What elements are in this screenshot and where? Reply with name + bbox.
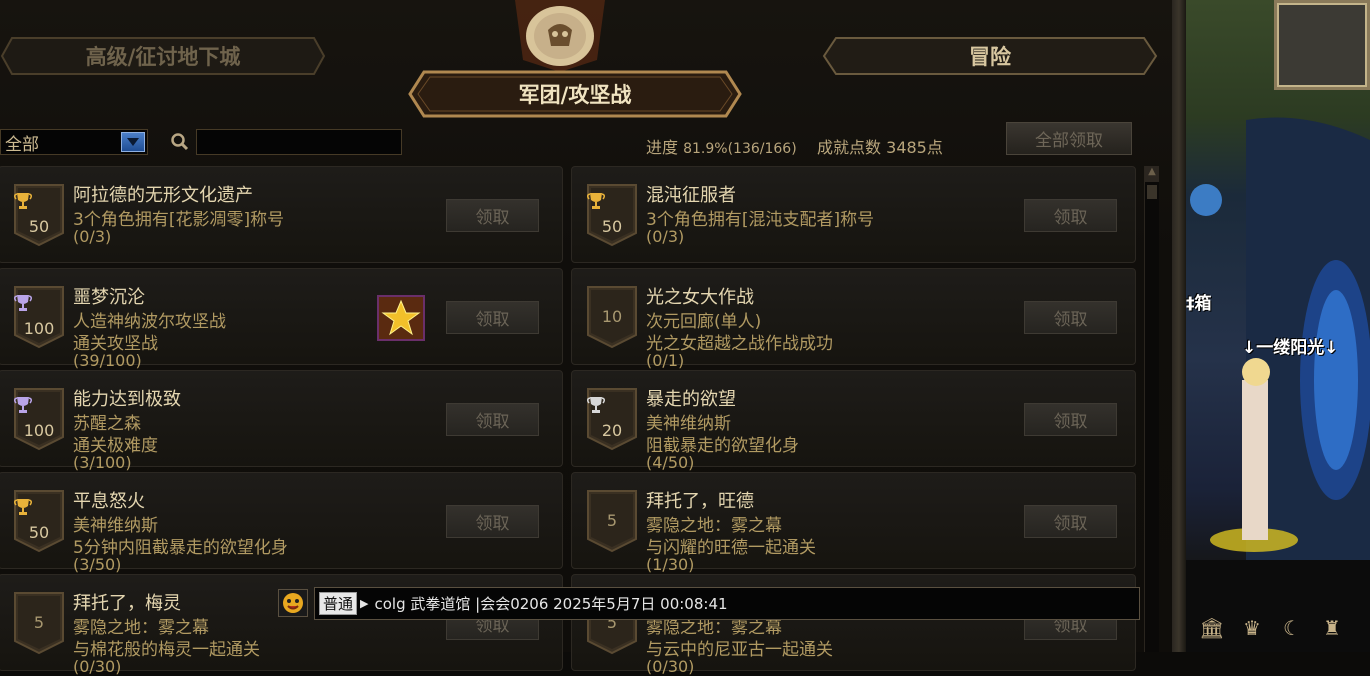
hud-crown-icon[interactable]: ♛ — [1238, 614, 1266, 642]
achievement-points: 20 — [601, 421, 623, 440]
character-name-tag: ↓一缕阳光↓ — [1242, 338, 1339, 358]
achievement-points-badge: 5 — [13, 591, 65, 655]
tab-advanced-dungeon-label: 高级/征讨地下城 — [85, 44, 241, 69]
reward-item-icon[interactable] — [377, 295, 425, 341]
achievement-card: 100 能力达到极致 苏醒之森 通关极难度 (3/100) 领取 — [0, 370, 563, 472]
achievement-card: 100 噩梦沉沦 人造神纳波尔攻坚战 通关攻坚战 (39/100) 领取 — [0, 268, 563, 370]
points-label: 成就点数 — [817, 138, 882, 157]
achievement-card: 10 光之女大作战 次元回廊(单人) 光之女超越之战作战成功 (0/1) 领取 — [571, 268, 1136, 370]
achievement-count: (1/30) — [646, 555, 695, 574]
achievement-title: 拜托了，梅灵 — [73, 593, 181, 614]
achievement-title: 噩梦沉沦 — [73, 287, 145, 308]
progress-detail: (136/166) — [727, 141, 797, 157]
search-icon[interactable] — [170, 132, 190, 152]
claim-button[interactable]: 领取 — [446, 301, 539, 334]
achievement-card: 20 暴走的欲望 美神维纳斯 阻截暴走的欲望化身 (4/50) 领取 — [571, 370, 1136, 472]
progress-summary: 进度 81.9%(136/166) 成就点数 3485点 — [646, 134, 943, 158]
hud-item-icon[interactable]: 🏛 — [1198, 614, 1226, 642]
claim-button[interactable]: 领取 — [1024, 505, 1117, 538]
chat-message-bar: 普通 ▶ colg 武拳道馆 |会会0206 2025年5月7日 00:08:4… — [314, 587, 1140, 620]
chat-emote-icon[interactable] — [278, 589, 308, 617]
achievement-count: (0/1) — [646, 351, 685, 370]
achievement-points-badge: 50 — [13, 183, 65, 247]
achievement-title: 暴走的欲望 — [646, 389, 736, 410]
hud-moon-icon[interactable]: ☾ — [1278, 614, 1306, 642]
tab-legion-raid[interactable]: 军团/攻坚战 — [408, 68, 742, 120]
achievement-points: 5 — [33, 613, 45, 632]
achievement-points-badge: 10 — [586, 285, 638, 349]
achievement-count: (0/3) — [73, 227, 112, 246]
scroll-up-arrow[interactable]: ▲ — [1145, 166, 1159, 182]
achievement-title: 拜托了，旺德 — [646, 491, 754, 512]
hud-gem-icon[interactable]: ♜ — [1318, 614, 1346, 642]
achievement-points: 50 — [28, 523, 50, 542]
tab-legion-raid-label: 军团/攻坚战 — [518, 82, 632, 107]
achievement-title: 平息怒火 — [73, 491, 145, 512]
chat-message: colg 武拳道馆 |会会0206 2025年5月7日 00:08:41 — [374, 595, 728, 613]
claim-button[interactable]: 领取 — [1024, 199, 1117, 232]
achievement-count: (3/50) — [73, 555, 122, 574]
tab-advanced-dungeon[interactable]: 高级/征讨地下城 — [0, 36, 326, 76]
claim-button[interactable]: 领取 — [1024, 403, 1117, 436]
achievement-points: 10 — [601, 307, 623, 326]
scrollbar[interactable]: ▲ — [1144, 166, 1159, 652]
achievement-count: (0/3) — [646, 227, 685, 246]
emblem-scroll-icon — [505, 0, 615, 72]
chat-channel-badge[interactable]: 普通 — [319, 592, 358, 615]
scene-box-label: ‡箱 — [1186, 294, 1212, 314]
achievement-points: 50 — [28, 217, 50, 236]
chat-arrow-icon: ▶ — [360, 597, 369, 610]
tab-adventure[interactable]: 冒险 — [822, 36, 1158, 76]
points-value: 3485点 — [886, 138, 943, 157]
scroll-thumb[interactable] — [1147, 185, 1157, 199]
claim-button[interactable]: 领取 — [446, 403, 539, 436]
achievement-count: (0/30) — [73, 657, 122, 676]
achievement-card: 50 阿拉德的无形文化遗产 3个角色拥有[花影凋零]称号 (0/3) 领取 — [0, 166, 563, 263]
achievement-points-badge: 5 — [586, 489, 638, 553]
achievement-points-badge: 100 — [13, 387, 65, 451]
achievement-panel: 高级/征讨地下城 冒险 军团/攻坚战 全部 进度 81.9%(136/166) … — [0, 0, 1172, 676]
achievement-points: 5 — [606, 511, 618, 530]
achievement-count: (4/50) — [646, 453, 695, 472]
category-dropdown[interactable]: 全部 — [0, 129, 148, 155]
claim-button[interactable]: 领取 — [1024, 301, 1117, 334]
search-input[interactable] — [196, 129, 402, 155]
achievement-title: 光之女大作战 — [646, 287, 754, 308]
progress-percent: 81.9% — [683, 141, 728, 157]
claim-button[interactable]: 领取 — [446, 505, 539, 538]
progress-label: 进度 — [646, 138, 679, 157]
achievement-points-badge: 50 — [586, 183, 638, 247]
achievement-count: (3/100) — [73, 453, 132, 472]
category-dropdown-value: 全部 — [5, 134, 39, 155]
achievement-points: 100 — [23, 319, 55, 338]
achievement-count: (0/30) — [646, 657, 695, 676]
claim-button[interactable]: 领取 — [446, 199, 539, 232]
achievement-card: 5 拜托了，旺德 雾隐之地：雾之幕 与闪耀的旺德一起通关 (1/30) 领取 — [571, 472, 1136, 574]
achievement-points: 100 — [23, 421, 55, 440]
achievement-card: 50 混沌征服者 3个角色拥有[混沌支配者]称号 (0/3) 领取 — [571, 166, 1136, 263]
achievement-title: 能力达到极致 — [73, 389, 181, 410]
claim-all-button[interactable]: 全部领取 — [1006, 122, 1132, 155]
achievement-points: 50 — [601, 217, 623, 236]
tab-adventure-label: 冒险 — [969, 44, 1011, 69]
game-scene: ‡箱 ↓一缕阳光↓ 🏛 ♛ ☾ ♜ — [1186, 0, 1370, 652]
achievement-title: 混沌征服者 — [646, 185, 736, 206]
achievement-points-badge: 100 — [13, 285, 65, 349]
achievement-points-badge: 50 — [13, 489, 65, 553]
chevron-down-icon[interactable] — [121, 132, 145, 152]
achievement-card: 50 平息怒火 美神维纳斯 5分钟内阻截暴走的欲望化身 (3/50) 领取 — [0, 472, 563, 574]
achievement-title: 阿拉德的无形文化遗产 — [73, 185, 253, 206]
achievement-count: (39/100) — [73, 351, 142, 370]
panel-divider — [1172, 0, 1186, 652]
achievement-points-badge: 20 — [586, 387, 638, 451]
